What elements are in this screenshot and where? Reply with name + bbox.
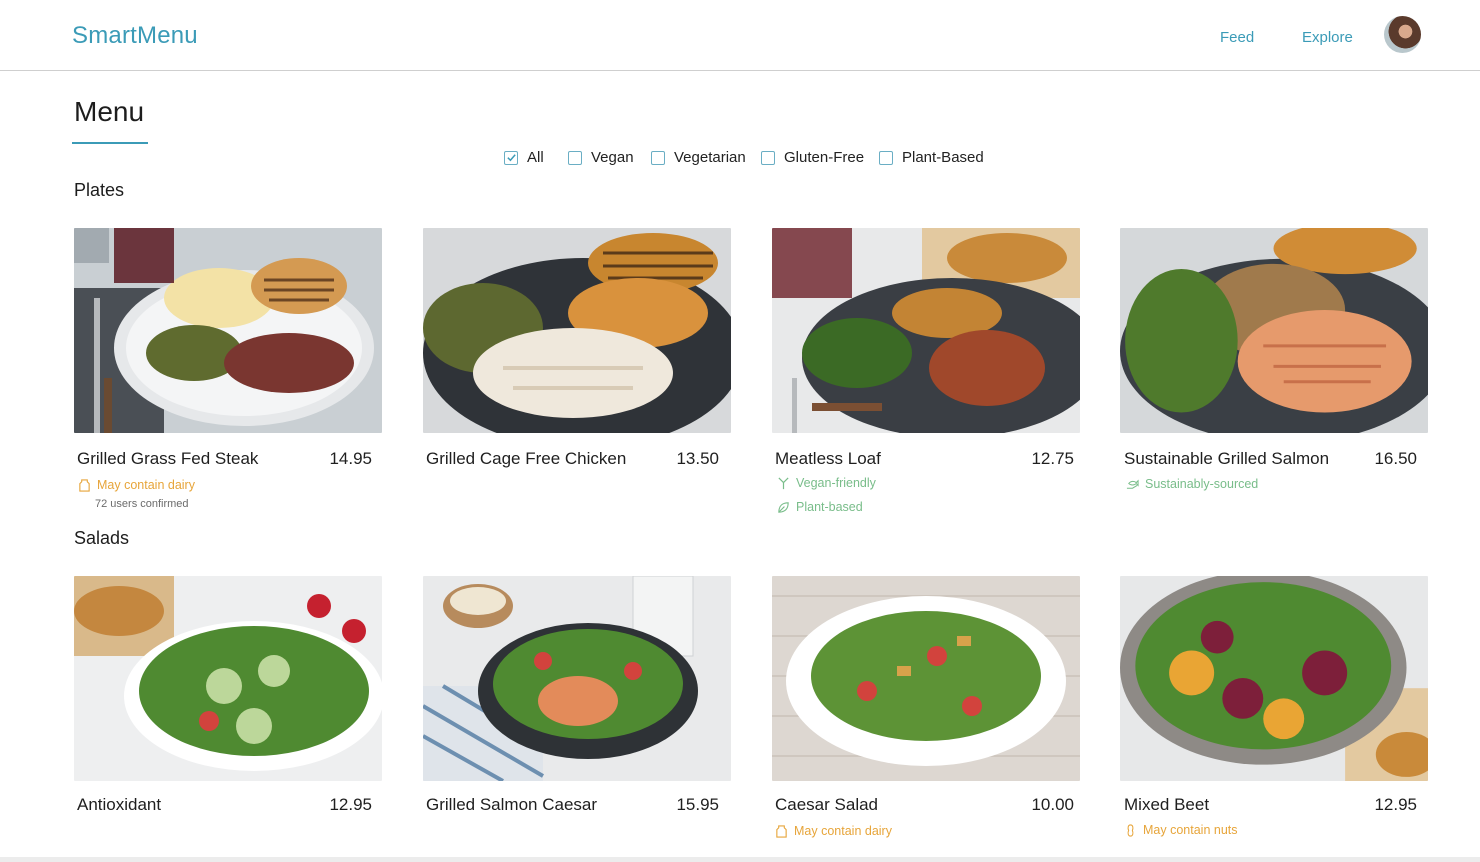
dish-image-grilled-salmon-caesar[interactable] [423, 576, 731, 781]
confirmation-count: 72 users confirmed [95, 498, 189, 510]
filter-vegetarian[interactable]: Vegetarian [651, 149, 746, 166]
diet-filter-group: All Vegan Vegetarian Gluten-Free Plant-B… [0, 149, 1480, 171]
dish-name[interactable]: Caesar Salad [775, 795, 878, 815]
filter-label: Vegan [591, 149, 634, 166]
filter-plant-based[interactable]: Plant-Based [879, 149, 984, 166]
filter-label: Vegetarian [674, 149, 746, 166]
tag-label: May contain dairy [794, 824, 892, 838]
dish-image-antioxidant[interactable] [74, 576, 382, 781]
dish-price: 12.95 [1374, 795, 1417, 814]
filter-vegan[interactable]: Vegan [568, 149, 634, 166]
filter-all[interactable]: All [504, 149, 544, 166]
nav-feed-link[interactable]: Feed [1220, 29, 1254, 46]
section-title-plates: Plates [74, 180, 125, 200]
dish-image-steak[interactable] [74, 228, 382, 433]
dish-image-mixed-beet[interactable] [1120, 576, 1428, 781]
milk-carton-icon [79, 478, 90, 492]
dairy-warning-tag: May contain dairy [775, 824, 892, 838]
filter-gluten-free-checkbox[interactable] [761, 150, 775, 165]
plant-based-tag: Plant-based [777, 500, 863, 514]
user-avatar[interactable] [1384, 16, 1421, 53]
filter-vegetarian-checkbox[interactable] [651, 150, 665, 165]
dish-price: 12.95 [329, 795, 372, 814]
tag-label: May contain dairy [97, 478, 195, 492]
filter-plant-based-checkbox[interactable] [879, 150, 893, 165]
filter-gluten-free[interactable]: Gluten-Free [761, 149, 864, 166]
brand-logo[interactable]: SmartMenu [72, 22, 198, 50]
dish-price: 13.50 [676, 449, 719, 468]
check-icon [506, 154, 516, 162]
milk-carton-icon [776, 824, 787, 838]
page-title: Menu [74, 96, 145, 127]
dish-name[interactable]: Sustainable Grilled Salmon [1124, 449, 1329, 469]
dish-price: 14.95 [329, 449, 372, 468]
leaf-icon [778, 501, 789, 513]
page-bottom-edge [0, 857, 1480, 862]
peanut-icon [1127, 823, 1134, 837]
dish-image-caesar-salad[interactable] [772, 576, 1080, 781]
dish-name[interactable]: Grilled Grass Fed Steak [77, 449, 258, 469]
dish-name[interactable]: Mixed Beet [1124, 795, 1209, 815]
dish-image-salmon[interactable] [1120, 228, 1428, 433]
dish-price: 10.00 [1031, 795, 1074, 814]
dish-name[interactable]: Grilled Cage Free Chicken [426, 449, 626, 469]
dish-name[interactable]: Antioxidant [77, 795, 161, 815]
nuts-warning-tag: May contain nuts [1124, 823, 1238, 837]
filter-label: Gluten-Free [784, 149, 865, 166]
filter-vegan-checkbox[interactable] [568, 150, 582, 165]
tag-label: Vegan-friendly [796, 476, 876, 490]
dish-price: 16.50 [1374, 449, 1417, 468]
filter-label: Plant-Based [902, 149, 984, 166]
dairy-warning-tag: May contain dairy [78, 478, 195, 492]
tag-label: Sustainably-sourced [1145, 477, 1259, 491]
top-navigation-bar: SmartMenu Feed Explore [0, 0, 1480, 71]
section-title-salads: Salads [74, 528, 130, 548]
sustainably-sourced-tag: Sustainably-sourced [1126, 477, 1258, 491]
dish-name[interactable]: Grilled Salmon Caesar [426, 795, 597, 815]
tag-label: Plant-based [796, 500, 863, 514]
dish-name[interactable]: Meatless Loaf [775, 449, 881, 469]
dish-image-meatless-loaf[interactable] [772, 228, 1080, 433]
dish-image-chicken[interactable] [423, 228, 731, 433]
filter-all-checkbox[interactable] [504, 150, 518, 165]
fish-hand-icon [1126, 479, 1139, 489]
vegan-friendly-tag: Vegan-friendly [777, 476, 876, 490]
dish-price: 15.95 [676, 795, 719, 814]
title-underline [72, 142, 148, 144]
nav-explore-link[interactable]: Explore [1302, 29, 1353, 46]
filter-label: All [527, 149, 544, 166]
tag-label: May contain nuts [1143, 823, 1238, 837]
dish-price: 12.75 [1031, 449, 1074, 468]
sprout-icon [778, 477, 789, 489]
